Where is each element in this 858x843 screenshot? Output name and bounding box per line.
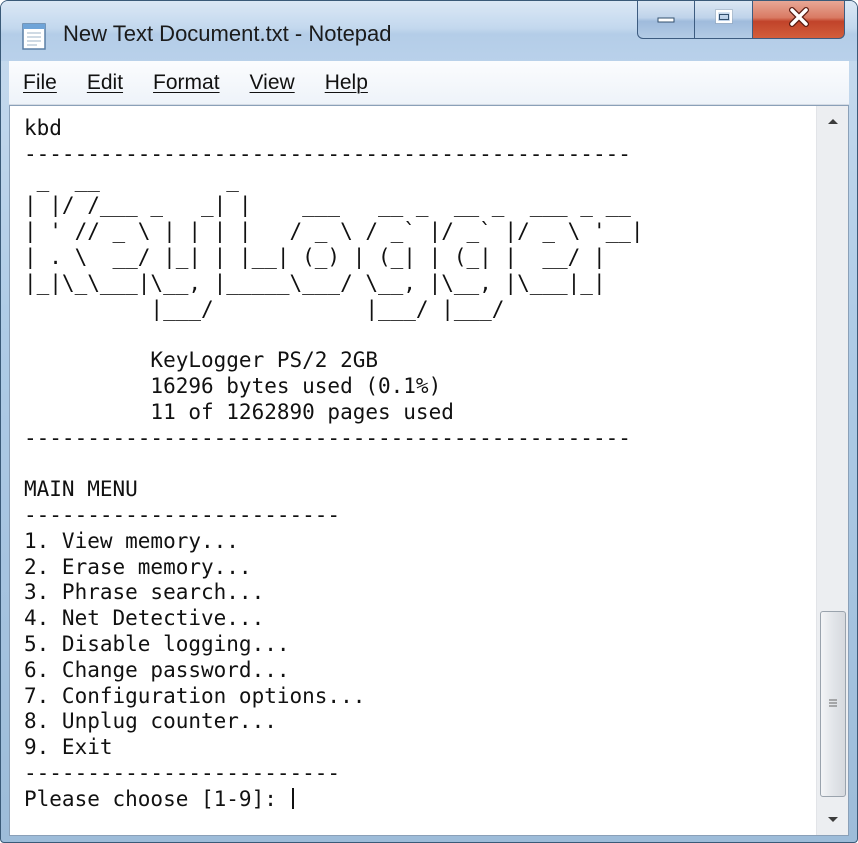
main-menu-block: MAIN MENU ------------------------- 1. V… [24,477,366,785]
menu-format[interactable]: Format [153,71,220,95]
minimize-button[interactable] [637,1,695,39]
document-text: kbd ------------------------------------… [24,116,816,813]
scroll-up-arrow-icon [827,112,839,130]
maximize-icon [713,8,735,31]
choice-prompt: Please choose [1-9]: [24,786,290,811]
menu-bar: File Edit Format View Help [9,61,849,105]
scroll-up-button[interactable] [817,106,848,136]
scroll-down-arrow-icon [827,811,839,829]
minimize-icon [655,10,677,29]
scroll-thumb[interactable] [820,611,846,797]
document-header: kbd ------------------------------------… [24,116,631,166]
device-info: KeyLogger PS/2 2GB 16296 bytes used (0.1… [24,348,631,450]
close-button[interactable] [753,1,845,39]
ascii-banner: _ __ _ | |/ /___ _ _| | ___ __ _ __ _ __… [24,167,644,321]
scroll-grip-icon [828,695,838,713]
maximize-button[interactable] [695,1,753,39]
menu-file[interactable]: File [23,71,57,95]
notepad-window: New Text Document.txt - Notepad File Edi… [0,0,858,843]
scroll-down-button[interactable] [817,805,848,835]
menu-edit[interactable]: Edit [87,71,123,95]
text-caret [291,787,294,809]
menu-help[interactable]: Help [325,71,368,95]
window-controls [637,1,845,41]
close-icon [786,6,812,33]
title-bar[interactable]: New Text Document.txt - Notepad [1,1,857,61]
notepad-icon[interactable] [19,21,49,51]
editor-frame: kbd ------------------------------------… [9,105,849,836]
menu-view[interactable]: View [250,71,295,95]
window-title: New Text Document.txt - Notepad [63,21,392,46]
vertical-scrollbar[interactable] [816,106,848,835]
text-editor[interactable]: kbd ------------------------------------… [10,106,816,835]
